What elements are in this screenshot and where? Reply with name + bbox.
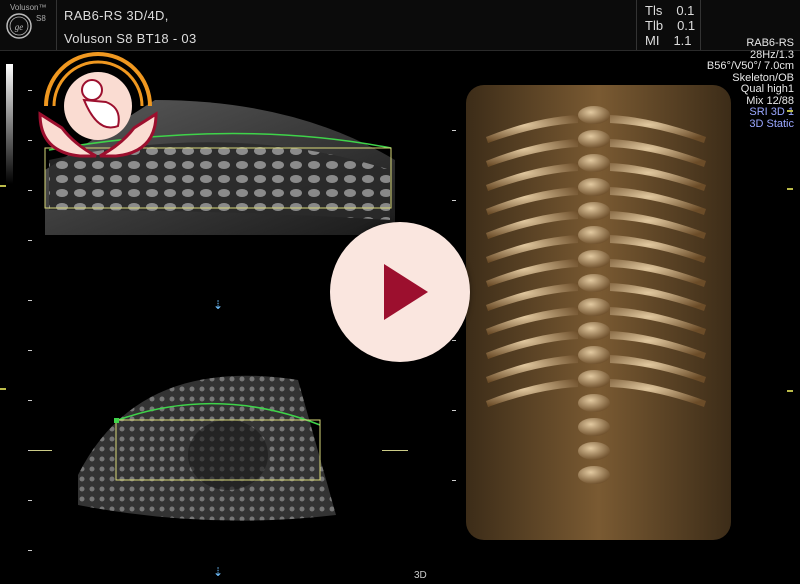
- ge-logo-icon: ge: [6, 13, 32, 39]
- probe-info: RAB6-RS 3D/4D,: [64, 8, 169, 23]
- readout-mi: MI 1.1: [645, 33, 692, 48]
- mode-label: 3D: [414, 570, 427, 581]
- brand-model: S8: [36, 14, 46, 23]
- vertebra: [578, 106, 610, 124]
- vertebra: [578, 346, 610, 364]
- depth-tick: [28, 90, 32, 91]
- vertebra: [578, 466, 610, 484]
- vertebra: [578, 274, 610, 292]
- grayscale-bar: [6, 64, 13, 184]
- depth-tick: [452, 130, 456, 131]
- vertebra: [578, 226, 610, 244]
- vertebra: [578, 394, 610, 412]
- vertebra: [578, 370, 610, 388]
- depth-tick: [28, 300, 32, 301]
- safety-readouts: Tls 0.1 Tlb 0.1 MI 1.1: [645, 3, 701, 48]
- depth-tick: [452, 200, 456, 201]
- header-divider: [636, 0, 637, 50]
- header-divider: [700, 0, 701, 50]
- vertebra: [578, 442, 610, 460]
- depth-tick: [28, 190, 32, 191]
- brand-name: Voluson™: [10, 3, 47, 12]
- depth-marker: [787, 188, 793, 190]
- depth-tick: [28, 350, 32, 351]
- play-button[interactable]: [330, 222, 470, 362]
- param-line: RAB6-RS: [746, 37, 794, 49]
- svg-text:ge: ge: [15, 22, 24, 32]
- 3d-skeleton-render: [466, 85, 731, 540]
- depth-tick: [28, 400, 32, 401]
- depth-tick: [452, 410, 456, 411]
- depth-marker: [787, 390, 793, 392]
- readout-tlb: Tlb 0.1: [645, 18, 696, 33]
- vertebra: [578, 130, 610, 148]
- plane-marker-line: [382, 450, 408, 451]
- depth-tick: [28, 500, 32, 501]
- baby-logo-icon: [38, 52, 158, 158]
- depth-tick: [452, 340, 456, 341]
- vertebra: [578, 418, 610, 436]
- depth-tick: [28, 140, 32, 141]
- plane-marker-icon: ⇣: [213, 298, 224, 312]
- vertebra: [578, 202, 610, 220]
- depth-marker: [787, 110, 793, 112]
- depth-marker: [0, 185, 6, 187]
- vertebra: [578, 298, 610, 316]
- readout-tls: Tls 0.1: [645, 3, 695, 18]
- depth-tick: [28, 550, 32, 551]
- ultrasound-plane-b: [78, 375, 336, 521]
- param-line: B56°/V50°/ 7.0cm: [706, 60, 794, 72]
- depth-tick: [452, 480, 456, 481]
- vertebra: [578, 154, 610, 172]
- plane-marker-icon: ⇣: [213, 565, 224, 579]
- plane-marker-line: [30, 450, 52, 451]
- depth-marker: [0, 388, 6, 390]
- vertebra: [578, 322, 610, 340]
- depth-tick: [28, 240, 32, 241]
- play-icon[interactable]: [384, 264, 428, 320]
- vertebra: [578, 178, 610, 196]
- header-divider: [56, 0, 57, 50]
- vertebra: [578, 250, 610, 268]
